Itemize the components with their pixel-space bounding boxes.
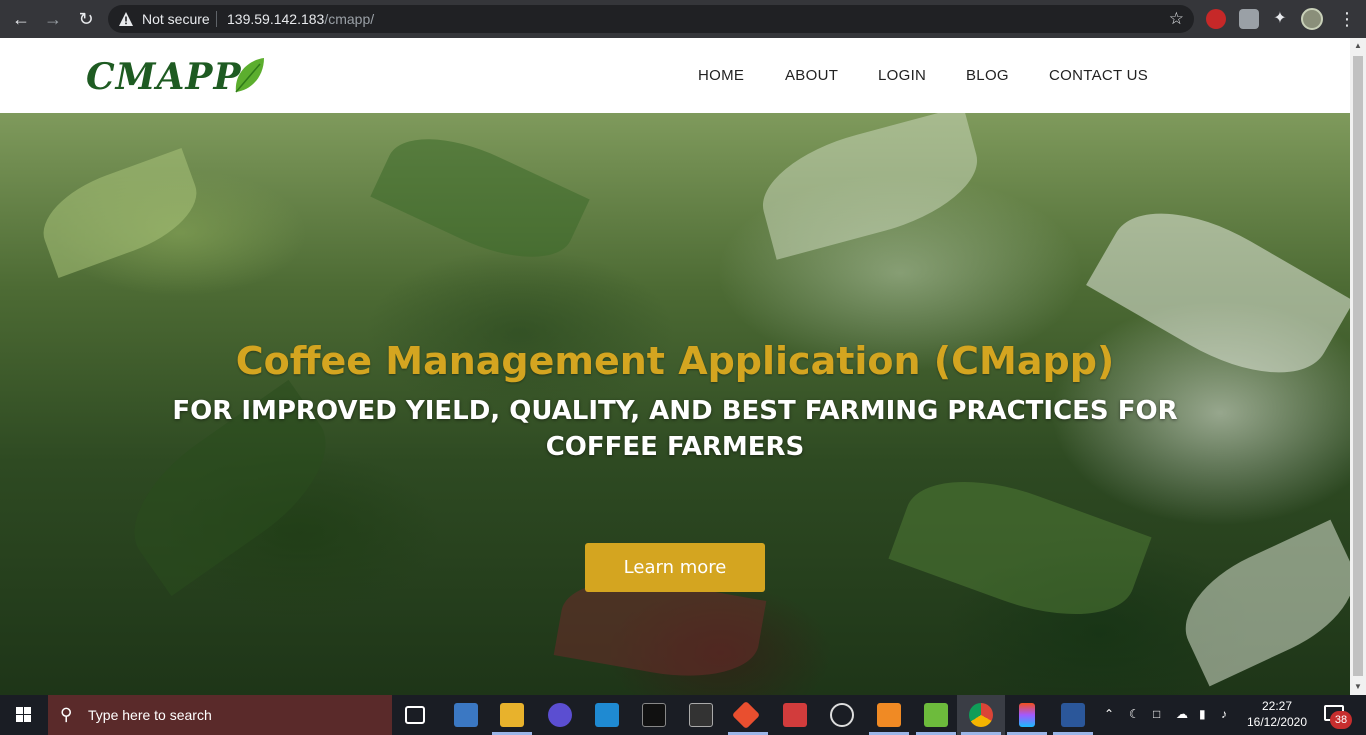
chrome-icon[interactable] [969, 703, 993, 727]
nav-login[interactable]: LOGIN [878, 67, 926, 84]
nav-blog[interactable]: BLOG [966, 67, 1009, 84]
notification-badge: 38 [1330, 711, 1352, 729]
reload-icon[interactable]: ↻ [74, 7, 98, 31]
profile-avatar[interactable] [1301, 8, 1323, 30]
file-explorer-icon[interactable] [500, 703, 524, 727]
windows-start-icon[interactable] [0, 695, 48, 735]
nav-about[interactable]: ABOUT [785, 67, 838, 84]
vscode-icon[interactable] [595, 703, 619, 727]
taskbar-clock[interactable]: 22:27 16/12/2020 [1246, 698, 1308, 730]
leaf-icon [235, 58, 264, 93]
url-text[interactable]: 139.59.142.183/cmapp/ [227, 11, 374, 27]
figma-icon[interactable] [1019, 703, 1035, 727]
extension-red-icon[interactable] [1206, 9, 1226, 29]
clock-date: 16/12/2020 [1246, 715, 1308, 729]
terminal-icon[interactable] [642, 703, 666, 727]
url-host: 139.59.142.183 [227, 11, 325, 27]
task-view-icon[interactable] [405, 706, 425, 724]
git-icon[interactable] [731, 700, 761, 730]
address-bar[interactable]: Not secure 139.59.142.183/cmapp/ ☆ [108, 5, 1194, 33]
browser-menu-icon[interactable]: ⋮ [1338, 8, 1356, 30]
search-icon: ⚲ [60, 705, 73, 724]
app-icon[interactable] [454, 703, 478, 727]
volume-icon[interactable]: ♪ [1221, 707, 1227, 721]
network-icon[interactable]: ☾ [1129, 707, 1140, 721]
omnibox-divider [216, 11, 217, 27]
extensions-puzzle-icon[interactable]: ✦ [1270, 9, 1290, 29]
site-header: CMAPP HOME ABOUT LOGIN BLOG CONTACT US [0, 38, 1350, 113]
word-icon[interactable] [1061, 703, 1085, 727]
bluestacks-icon[interactable] [924, 703, 948, 727]
taskbar-search[interactable]: ⚲ Type here to search [48, 695, 392, 735]
scroll-down-icon[interactable]: ▼ [1353, 682, 1363, 691]
onedrive-icon[interactable]: ☁ [1176, 707, 1188, 721]
site-logo[interactable]: CMAPP [86, 56, 242, 98]
bookmark-star-icon[interactable]: ☆ [1169, 9, 1184, 29]
leaf-shape [31, 148, 209, 278]
hero-title: Coffee Management Application (CMapp) [235, 339, 1115, 383]
scroll-up-icon[interactable]: ▲ [1353, 41, 1363, 50]
extension-download-icon[interactable] [1239, 9, 1259, 29]
scroll-thumb[interactable] [1353, 56, 1363, 676]
device-icon[interactable]: □ [1153, 707, 1160, 721]
url-path: /cmapp/ [324, 11, 375, 27]
leaf-shape [750, 113, 990, 260]
hero-banner: Coffee Management Application (CMapp) FO… [0, 113, 1350, 695]
browser-toolbar: ← → ↻ Not secure 139.59.142.183/cmapp/ ☆… [0, 0, 1366, 38]
browser-icon[interactable] [548, 703, 572, 727]
warning-icon [119, 12, 133, 26]
leaf-shape [1167, 519, 1350, 687]
leaf-shape [370, 114, 590, 282]
learn-more-button[interactable]: Learn more [585, 543, 765, 592]
tray-chevron-icon[interactable]: ⌃ [1104, 707, 1114, 721]
nav-contact-us[interactable]: CONTACT US [1049, 67, 1148, 84]
sublime-icon[interactable] [877, 703, 901, 727]
search-placeholder: Type here to search [88, 707, 212, 723]
leaf-shape [888, 455, 1152, 641]
security-label[interactable]: Not secure [142, 11, 210, 27]
console-icon[interactable] [689, 703, 713, 727]
arduino-icon[interactable] [783, 703, 807, 727]
page-scrollbar[interactable]: ▲ ▼ [1350, 38, 1366, 695]
battery-icon[interactable]: ▮ [1199, 707, 1206, 721]
app-icon[interactable] [830, 703, 854, 727]
forward-arrow-icon[interactable]: → [41, 7, 65, 31]
page-viewport: CMAPP HOME ABOUT LOGIN BLOG CONTACT US C… [0, 38, 1350, 695]
clock-time: 22:27 [1261, 699, 1293, 713]
windows-taskbar: ⚲ Type here to search ⌃ ☾ □ ☁ ▮ ♪ 22:27 … [0, 695, 1366, 735]
nav-home[interactable]: HOME [698, 67, 744, 84]
hero-subtitle: FOR IMPROVED YIELD, QUALITY, AND BEST FA… [172, 396, 1178, 462]
back-arrow-icon[interactable]: ← [9, 7, 33, 31]
